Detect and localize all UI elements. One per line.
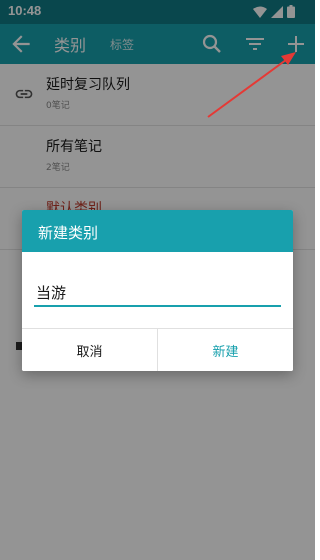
category-name-input[interactable]: [34, 279, 281, 307]
new-category-dialog: 新建类别 取消 新建: [22, 210, 293, 371]
create-button[interactable]: 新建: [158, 329, 293, 371]
dialog-body: [22, 252, 293, 328]
dialog-title: 新建类别: [38, 224, 99, 242]
cancel-button[interactable]: 取消: [22, 329, 158, 371]
dialog-actions: 取消 新建: [22, 328, 293, 371]
dialog-header: 新建类别: [22, 210, 293, 252]
